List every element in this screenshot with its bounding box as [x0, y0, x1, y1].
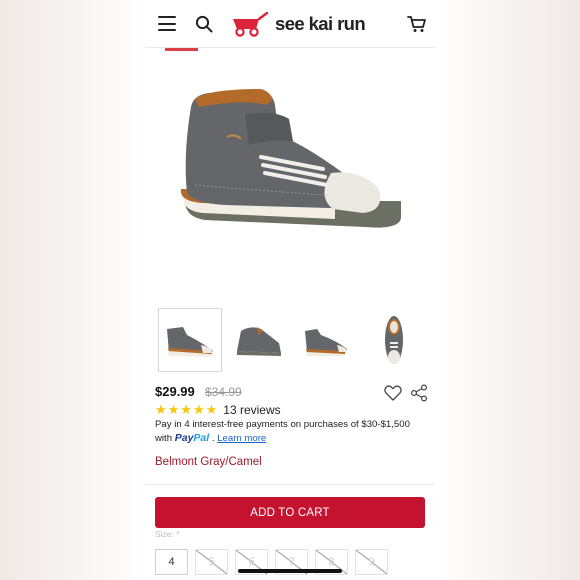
brand-name: see kai run	[275, 13, 366, 34]
share-icon[interactable]	[409, 383, 429, 403]
thumbnail-3[interactable]	[294, 308, 358, 372]
original-price: $34.99	[205, 385, 242, 399]
shoe-thumbnail-top	[385, 316, 403, 364]
color-name: Belmont Gray/Camel	[155, 456, 262, 468]
hamburger-icon[interactable]	[158, 16, 176, 31]
brand-logo[interactable]: see kai run	[229, 9, 366, 39]
thumbnail-strip	[155, 308, 430, 372]
divider	[145, 484, 435, 485]
sale-price: $29.99	[155, 384, 195, 399]
product-page: see kai run $29.99 $34.99 ★★★★★ 13 revie…	[145, 0, 435, 580]
search-icon[interactable]	[195, 15, 213, 33]
size-option-9[interactable]: 9	[355, 549, 388, 575]
paypal-separator: .	[209, 432, 215, 444]
site-header: see kai run	[145, 0, 435, 48]
thumbnail-1[interactable]	[158, 308, 222, 372]
add-to-cart-button[interactable]: ADD TO CART	[155, 497, 425, 528]
thumbnail-4[interactable]	[362, 308, 426, 372]
shoe-thumbnail-side	[167, 327, 213, 357]
size-option-5[interactable]: 5	[195, 549, 228, 575]
paypal-text: Pay in 4 interest-free payments on purch…	[155, 419, 410, 430]
paypal-logo-pal: Pal	[193, 431, 210, 444]
price-row: $29.99 $34.99	[155, 384, 430, 402]
shoe-thumbnail-inner	[305, 329, 347, 356]
learn-more-link[interactable]: Learn more	[217, 433, 266, 444]
home-indicator[interactable]	[238, 569, 342, 573]
star-rating-icon: ★★★★★	[155, 402, 219, 417]
paypal-with: with	[155, 432, 173, 444]
reviews-link[interactable]: 13 reviews	[223, 403, 280, 417]
thumbnail-2[interactable]	[226, 308, 290, 372]
size-label: Size: *	[155, 529, 180, 539]
rating-row[interactable]: ★★★★★ 13 reviews	[155, 402, 281, 418]
heart-icon[interactable]	[383, 383, 403, 403]
cart-icon[interactable]	[407, 15, 427, 33]
paypal-message: Pay in 4 interest-free payments on purch…	[155, 419, 425, 445]
wagon-icon	[233, 11, 269, 37]
paypal-logo: PayPal	[175, 432, 209, 444]
product-image[interactable]	[165, 85, 415, 255]
promo-badge	[165, 48, 198, 51]
size-option-4[interactable]: 4	[155, 549, 188, 575]
paypal-logo-pay: Pay	[174, 431, 194, 444]
shoe-thumbnail-back	[237, 327, 281, 356]
